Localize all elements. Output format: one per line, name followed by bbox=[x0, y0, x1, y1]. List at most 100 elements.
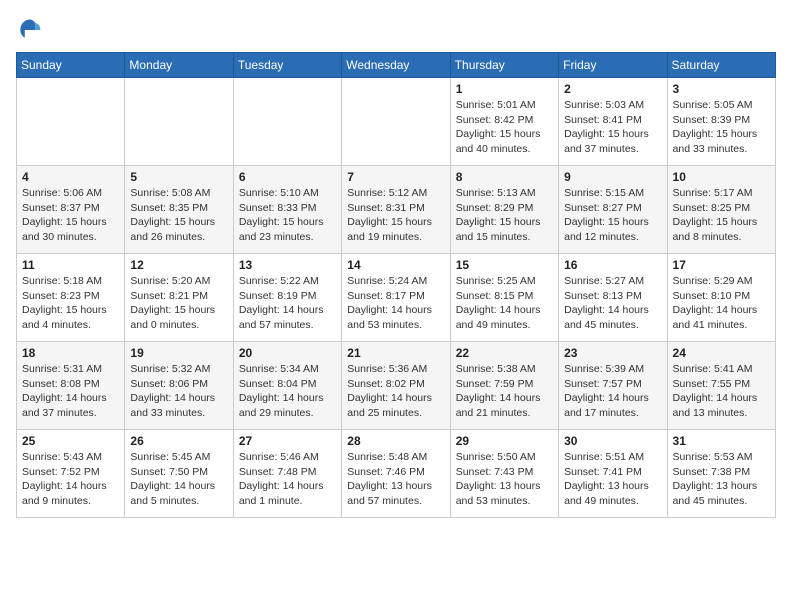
calendar-cell bbox=[17, 78, 125, 166]
day-number: 19 bbox=[130, 346, 227, 360]
calendar-header-row: SundayMondayTuesdayWednesdayThursdayFrid… bbox=[17, 53, 776, 78]
calendar-cell: 22Sunrise: 5:38 AM Sunset: 7:59 PM Dayli… bbox=[450, 342, 558, 430]
calendar-cell: 8 Sunrise: 5:13 AM Sunset: 8:29 PM Daylig… bbox=[450, 166, 558, 254]
day-info: Sunrise: 5:27 AM Sunset: 8:13 PM Dayligh… bbox=[564, 274, 661, 333]
day-number: 15 bbox=[456, 258, 553, 272]
calendar-cell: 5Sunrise: 5:08 AM Sunset: 8:35 PM Daylig… bbox=[125, 166, 233, 254]
day-info: Sunrise: 5:13 AM Sunset: 8:29 PM Dayligh… bbox=[456, 186, 553, 245]
day-info: Sunrise: 5:39 AM Sunset: 7:57 PM Dayligh… bbox=[564, 362, 661, 421]
day-number: 7 bbox=[347, 170, 444, 184]
day-info: Sunrise: 5:24 AM Sunset: 8:17 PM Dayligh… bbox=[347, 274, 444, 333]
day-number: 11 bbox=[22, 258, 119, 272]
day-number: 9 bbox=[564, 170, 661, 184]
calendar-day-header: Friday bbox=[559, 53, 667, 78]
calendar-cell bbox=[125, 78, 233, 166]
day-number: 3 bbox=[673, 82, 770, 96]
day-info: Sunrise: 5:34 AM Sunset: 8:04 PM Dayligh… bbox=[239, 362, 336, 421]
day-number: 22 bbox=[456, 346, 553, 360]
day-info: Sunrise: 5:46 AM Sunset: 7:48 PM Dayligh… bbox=[239, 450, 336, 509]
calendar-cell: 21 Sunrise: 5:36 AM Sunset: 8:02 PM Dayli… bbox=[342, 342, 450, 430]
calendar-cell: 26 Sunrise: 5:45 AM Sunset: 7:50 PM Dayli… bbox=[125, 430, 233, 518]
day-info: Sunrise: 5:06 AM Sunset: 8:37 PM Dayligh… bbox=[22, 186, 119, 245]
day-info: Sunrise: 5:29 AM Sunset: 8:10 PM Dayligh… bbox=[673, 274, 770, 333]
calendar-cell: 29Sunrise: 5:50 AM Sunset: 7:43 PM Dayli… bbox=[450, 430, 558, 518]
day-info: Sunrise: 5:31 AM Sunset: 8:08 PM Dayligh… bbox=[22, 362, 119, 421]
day-number: 5 bbox=[130, 170, 227, 184]
day-number: 12 bbox=[130, 258, 227, 272]
calendar-week-row: 1 Sunrise: 5:01 AM Sunset: 8:42 PM Daylig… bbox=[17, 78, 776, 166]
calendar-cell: 30 Sunrise: 5:51 AM Sunset: 7:41 PM Dayli… bbox=[559, 430, 667, 518]
calendar-cell: 27Sunrise: 5:46 AM Sunset: 7:48 PM Dayli… bbox=[233, 430, 341, 518]
day-info: Sunrise: 5:10 AM Sunset: 8:33 PM Dayligh… bbox=[239, 186, 336, 245]
day-number: 6 bbox=[239, 170, 336, 184]
day-info: Sunrise: 5:51 AM Sunset: 7:41 PM Dayligh… bbox=[564, 450, 661, 509]
calendar-cell bbox=[233, 78, 341, 166]
day-info: Sunrise: 5:45 AM Sunset: 7:50 PM Dayligh… bbox=[130, 450, 227, 509]
calendar-cell: 16 Sunrise: 5:27 AM Sunset: 8:13 PM Dayli… bbox=[559, 254, 667, 342]
calendar-week-row: 18 Sunrise: 5:31 AM Sunset: 8:08 PM Dayli… bbox=[17, 342, 776, 430]
day-number: 28 bbox=[347, 434, 444, 448]
calendar-cell: 25Sunrise: 5:43 AM Sunset: 7:52 PM Dayli… bbox=[17, 430, 125, 518]
day-info: Sunrise: 5:41 AM Sunset: 7:55 PM Dayligh… bbox=[673, 362, 770, 421]
day-info: Sunrise: 5:03 AM Sunset: 8:41 PM Dayligh… bbox=[564, 98, 661, 157]
calendar-cell: 2 Sunrise: 5:03 AM Sunset: 8:41 PM Daylig… bbox=[559, 78, 667, 166]
day-info: Sunrise: 5:36 AM Sunset: 8:02 PM Dayligh… bbox=[347, 362, 444, 421]
day-number: 17 bbox=[673, 258, 770, 272]
day-info: Sunrise: 5:17 AM Sunset: 8:25 PM Dayligh… bbox=[673, 186, 770, 245]
calendar-table: SundayMondayTuesdayWednesdayThursdayFrid… bbox=[16, 52, 776, 518]
day-info: Sunrise: 5:12 AM Sunset: 8:31 PM Dayligh… bbox=[347, 186, 444, 245]
calendar-week-row: 4 Sunrise: 5:06 AM Sunset: 8:37 PM Daylig… bbox=[17, 166, 776, 254]
day-info: Sunrise: 5:48 AM Sunset: 7:46 PM Dayligh… bbox=[347, 450, 444, 509]
calendar-day-header: Saturday bbox=[667, 53, 775, 78]
day-number: 1 bbox=[456, 82, 553, 96]
calendar-cell: 31Sunrise: 5:53 AM Sunset: 7:38 PM Dayli… bbox=[667, 430, 775, 518]
day-number: 13 bbox=[239, 258, 336, 272]
calendar-cell: 6 Sunrise: 5:10 AM Sunset: 8:33 PM Daylig… bbox=[233, 166, 341, 254]
day-number: 30 bbox=[564, 434, 661, 448]
calendar-cell bbox=[342, 78, 450, 166]
day-number: 21 bbox=[347, 346, 444, 360]
day-number: 26 bbox=[130, 434, 227, 448]
calendar-cell: 12 Sunrise: 5:20 AM Sunset: 8:21 PM Dayli… bbox=[125, 254, 233, 342]
day-number: 10 bbox=[673, 170, 770, 184]
day-number: 8 bbox=[456, 170, 553, 184]
day-info: Sunrise: 5:50 AM Sunset: 7:43 PM Dayligh… bbox=[456, 450, 553, 509]
day-number: 20 bbox=[239, 346, 336, 360]
day-number: 2 bbox=[564, 82, 661, 96]
calendar-day-header: Tuesday bbox=[233, 53, 341, 78]
day-number: 14 bbox=[347, 258, 444, 272]
day-number: 23 bbox=[564, 346, 661, 360]
calendar-day-header: Thursday bbox=[450, 53, 558, 78]
day-info: Sunrise: 5:01 AM Sunset: 8:42 PM Dayligh… bbox=[456, 98, 553, 157]
calendar-cell: 17 Sunrise: 5:29 AM Sunset: 8:10 PM Dayli… bbox=[667, 254, 775, 342]
calendar-cell: 24 Sunrise: 5:41 AM Sunset: 7:55 PM Dayli… bbox=[667, 342, 775, 430]
calendar-week-row: 11 Sunrise: 5:18 AM Sunset: 8:23 PM Dayli… bbox=[17, 254, 776, 342]
day-number: 25 bbox=[22, 434, 119, 448]
calendar-cell: 10 Sunrise: 5:17 AM Sunset: 8:25 PM Dayli… bbox=[667, 166, 775, 254]
calendar-cell: 18 Sunrise: 5:31 AM Sunset: 8:08 PM Dayli… bbox=[17, 342, 125, 430]
day-info: Sunrise: 5:20 AM Sunset: 8:21 PM Dayligh… bbox=[130, 274, 227, 333]
calendar-week-row: 25Sunrise: 5:43 AM Sunset: 7:52 PM Dayli… bbox=[17, 430, 776, 518]
calendar-cell: 11 Sunrise: 5:18 AM Sunset: 8:23 PM Dayli… bbox=[17, 254, 125, 342]
day-number: 16 bbox=[564, 258, 661, 272]
day-number: 4 bbox=[22, 170, 119, 184]
calendar-day-header: Wednesday bbox=[342, 53, 450, 78]
day-info: Sunrise: 5:32 AM Sunset: 8:06 PM Dayligh… bbox=[130, 362, 227, 421]
calendar-day-header: Sunday bbox=[17, 53, 125, 78]
calendar-day-header: Monday bbox=[125, 53, 233, 78]
calendar-cell: 4 Sunrise: 5:06 AM Sunset: 8:37 PM Daylig… bbox=[17, 166, 125, 254]
day-info: Sunrise: 5:15 AM Sunset: 8:27 PM Dayligh… bbox=[564, 186, 661, 245]
calendar-cell: 1 Sunrise: 5:01 AM Sunset: 8:42 PM Daylig… bbox=[450, 78, 558, 166]
day-number: 18 bbox=[22, 346, 119, 360]
calendar-cell: 19 Sunrise: 5:32 AM Sunset: 8:06 PM Dayli… bbox=[125, 342, 233, 430]
page-header bbox=[16, 16, 776, 44]
calendar-cell: 13Sunrise: 5:22 AM Sunset: 8:19 PM Dayli… bbox=[233, 254, 341, 342]
calendar-cell: 23 Sunrise: 5:39 AM Sunset: 7:57 PM Dayli… bbox=[559, 342, 667, 430]
calendar-cell: 20 Sunrise: 5:34 AM Sunset: 8:04 PM Dayli… bbox=[233, 342, 341, 430]
day-info: Sunrise: 5:18 AM Sunset: 8:23 PM Dayligh… bbox=[22, 274, 119, 333]
calendar-cell: 3 Sunrise: 5:05 AM Sunset: 8:39 PM Daylig… bbox=[667, 78, 775, 166]
day-info: Sunrise: 5:05 AM Sunset: 8:39 PM Dayligh… bbox=[673, 98, 770, 157]
calendar-cell: 9 Sunrise: 5:15 AM Sunset: 8:27 PM Daylig… bbox=[559, 166, 667, 254]
calendar-cell: 15Sunrise: 5:25 AM Sunset: 8:15 PM Dayli… bbox=[450, 254, 558, 342]
day-number: 24 bbox=[673, 346, 770, 360]
